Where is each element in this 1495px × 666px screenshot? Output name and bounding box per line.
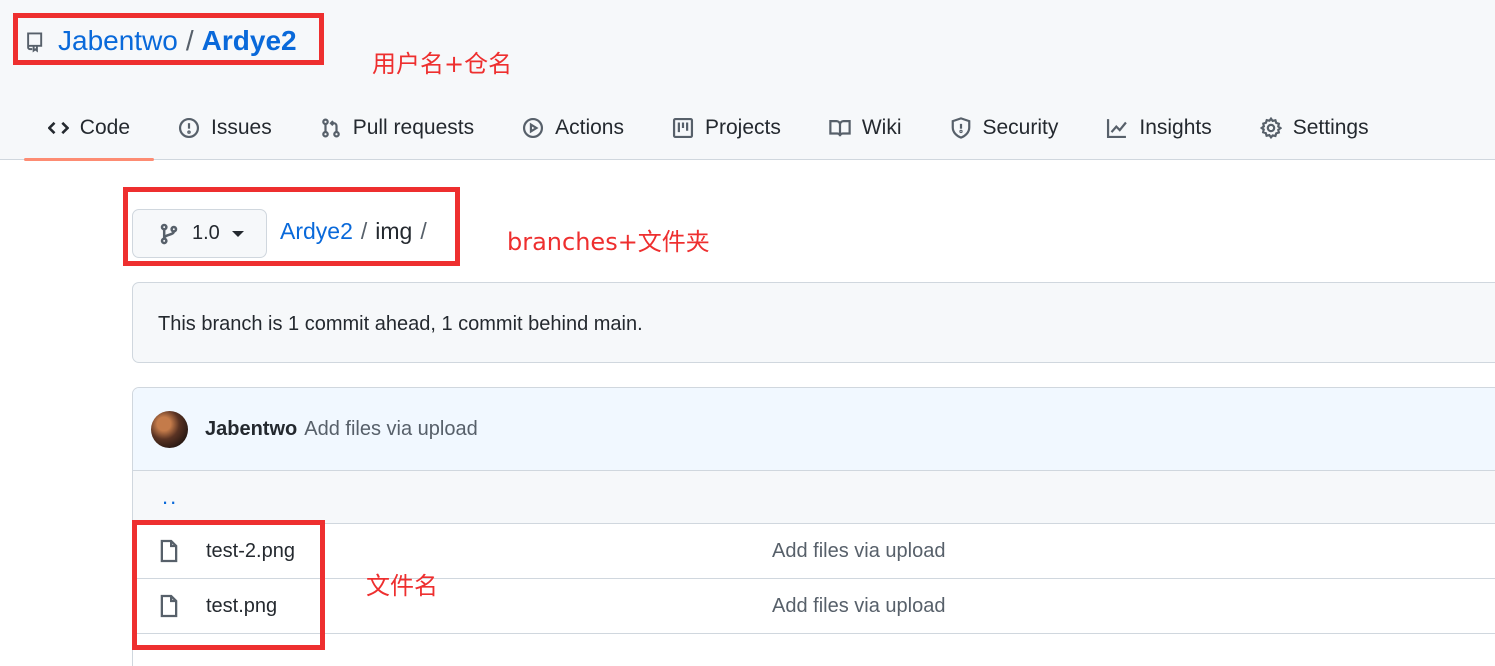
commit-author-link[interactable]: Jabentwo (205, 418, 297, 441)
annotation-label-files: 文件名 (366, 572, 438, 600)
branch-status-box: This branch is 1 commit ahead, 1 commit … (132, 282, 1495, 363)
play-icon (523, 117, 544, 139)
tab-label: Wiki (861, 116, 902, 139)
parent-directory-row: .. (133, 471, 1495, 524)
file-commit-message-link[interactable]: Add files via upload (772, 595, 945, 618)
tab-label: Actions (555, 116, 624, 139)
shield-icon (951, 117, 970, 139)
commit-message-link[interactable]: Add files via upload (304, 418, 477, 441)
issue-icon (178, 117, 200, 139)
tab-label: Projects (704, 116, 781, 139)
annotation-box-files (132, 520, 325, 650)
tab-insights[interactable]: Insights (1082, 96, 1235, 160)
latest-commit-bar: Jabentwo Add files via upload (133, 388, 1495, 471)
gear-icon (1259, 117, 1282, 139)
parent-directory-link[interactable]: .. (162, 484, 178, 510)
tab-label: Security (982, 116, 1059, 139)
tab-label: Pull requests (352, 116, 475, 139)
annotation-box-branch (123, 187, 460, 266)
tab-security[interactable]: Security (926, 96, 1083, 160)
file-row: test.png Add files via upload (133, 579, 1495, 634)
code-icon (48, 121, 69, 135)
tab-projects[interactable]: Projects (648, 96, 805, 160)
tab-label: Settings (1292, 116, 1369, 139)
table-icon (672, 117, 694, 139)
file-list: Jabentwo Add files via upload .. test-2.… (132, 387, 1495, 666)
avatar[interactable] (151, 410, 188, 448)
tab-settings[interactable]: Settings (1236, 96, 1393, 160)
annotation-label-branch: branches+文件夹 (507, 228, 710, 256)
annotation-label-repo: 用户名+仓名 (372, 50, 513, 78)
file-commit-message-link[interactable]: Add files via upload (772, 540, 945, 563)
tab-actions[interactable]: Actions (498, 96, 648, 160)
repo-nav-tabs: Code Issues Pull requests Actions Projec… (24, 96, 1393, 161)
tab-label: Insights (1139, 116, 1212, 139)
tab-label: Code (79, 116, 130, 139)
graph-icon (1107, 119, 1128, 139)
pull-request-icon (321, 118, 340, 138)
file-row: test-2.png Add files via upload (133, 524, 1495, 579)
tab-issues[interactable]: Issues (154, 96, 296, 160)
tab-wiki[interactable]: Wiki (805, 96, 926, 160)
annotation-box-repo (13, 13, 324, 65)
branch-status-text: This branch is 1 commit ahead, 1 commit … (158, 313, 643, 335)
tab-code[interactable]: Code (24, 96, 154, 161)
tab-label: Issues (211, 116, 272, 139)
book-icon (829, 120, 851, 137)
tab-pull-requests[interactable]: Pull requests (296, 96, 498, 160)
